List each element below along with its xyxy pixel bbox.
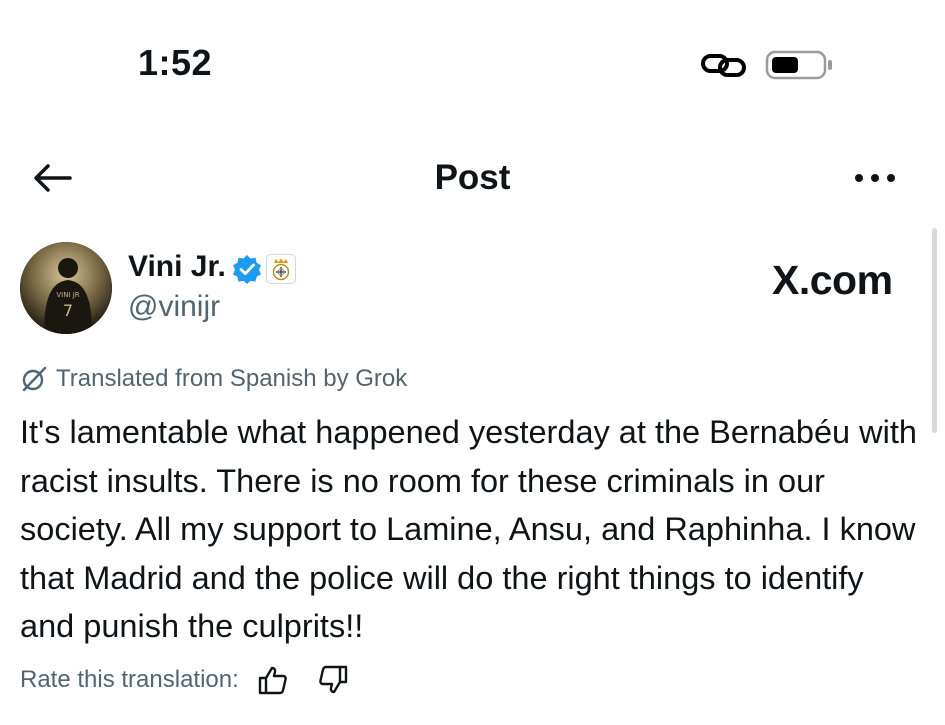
status-time: 1:52 <box>138 42 213 83</box>
thumbs-down-button[interactable] <box>315 662 351 698</box>
more-button[interactable] <box>850 168 900 188</box>
avatar[interactable]: VINI JR 7 <box>20 242 112 334</box>
translation-note-label: Translated from Spanish by Grok <box>56 365 408 392</box>
rate-translation-row: Rate this translation: <box>20 660 351 700</box>
grok-icon <box>22 366 47 392</box>
more-icon <box>855 174 895 182</box>
thumbs-down-icon <box>318 665 347 694</box>
xcom-watermark: X.com <box>772 257 893 303</box>
author-handle[interactable]: @vinijr <box>128 290 220 324</box>
translation-note: Translated from Spanish by Grok <box>20 364 407 394</box>
page-title: Post <box>434 158 511 197</box>
real-madrid-crest-icon <box>272 258 290 281</box>
thumbs-up-button[interactable] <box>255 662 291 698</box>
verified-badge-icon <box>232 254 262 284</box>
svg-text:7: 7 <box>63 301 73 320</box>
thumbs-up-icon <box>258 666 287 695</box>
scrollbar[interactable] <box>932 228 937 433</box>
affiliation-badge[interactable] <box>266 254 296 284</box>
link-icon <box>700 50 750 80</box>
avatar-jersey-name: VINI JR <box>56 291 79 299</box>
rate-translation-label: Rate this translation: <box>20 666 239 693</box>
post-text: It's lamentable what happened yesterday … <box>20 414 917 644</box>
author-display-name[interactable]: Vini Jr. <box>128 250 226 284</box>
battery-icon <box>765 50 835 80</box>
